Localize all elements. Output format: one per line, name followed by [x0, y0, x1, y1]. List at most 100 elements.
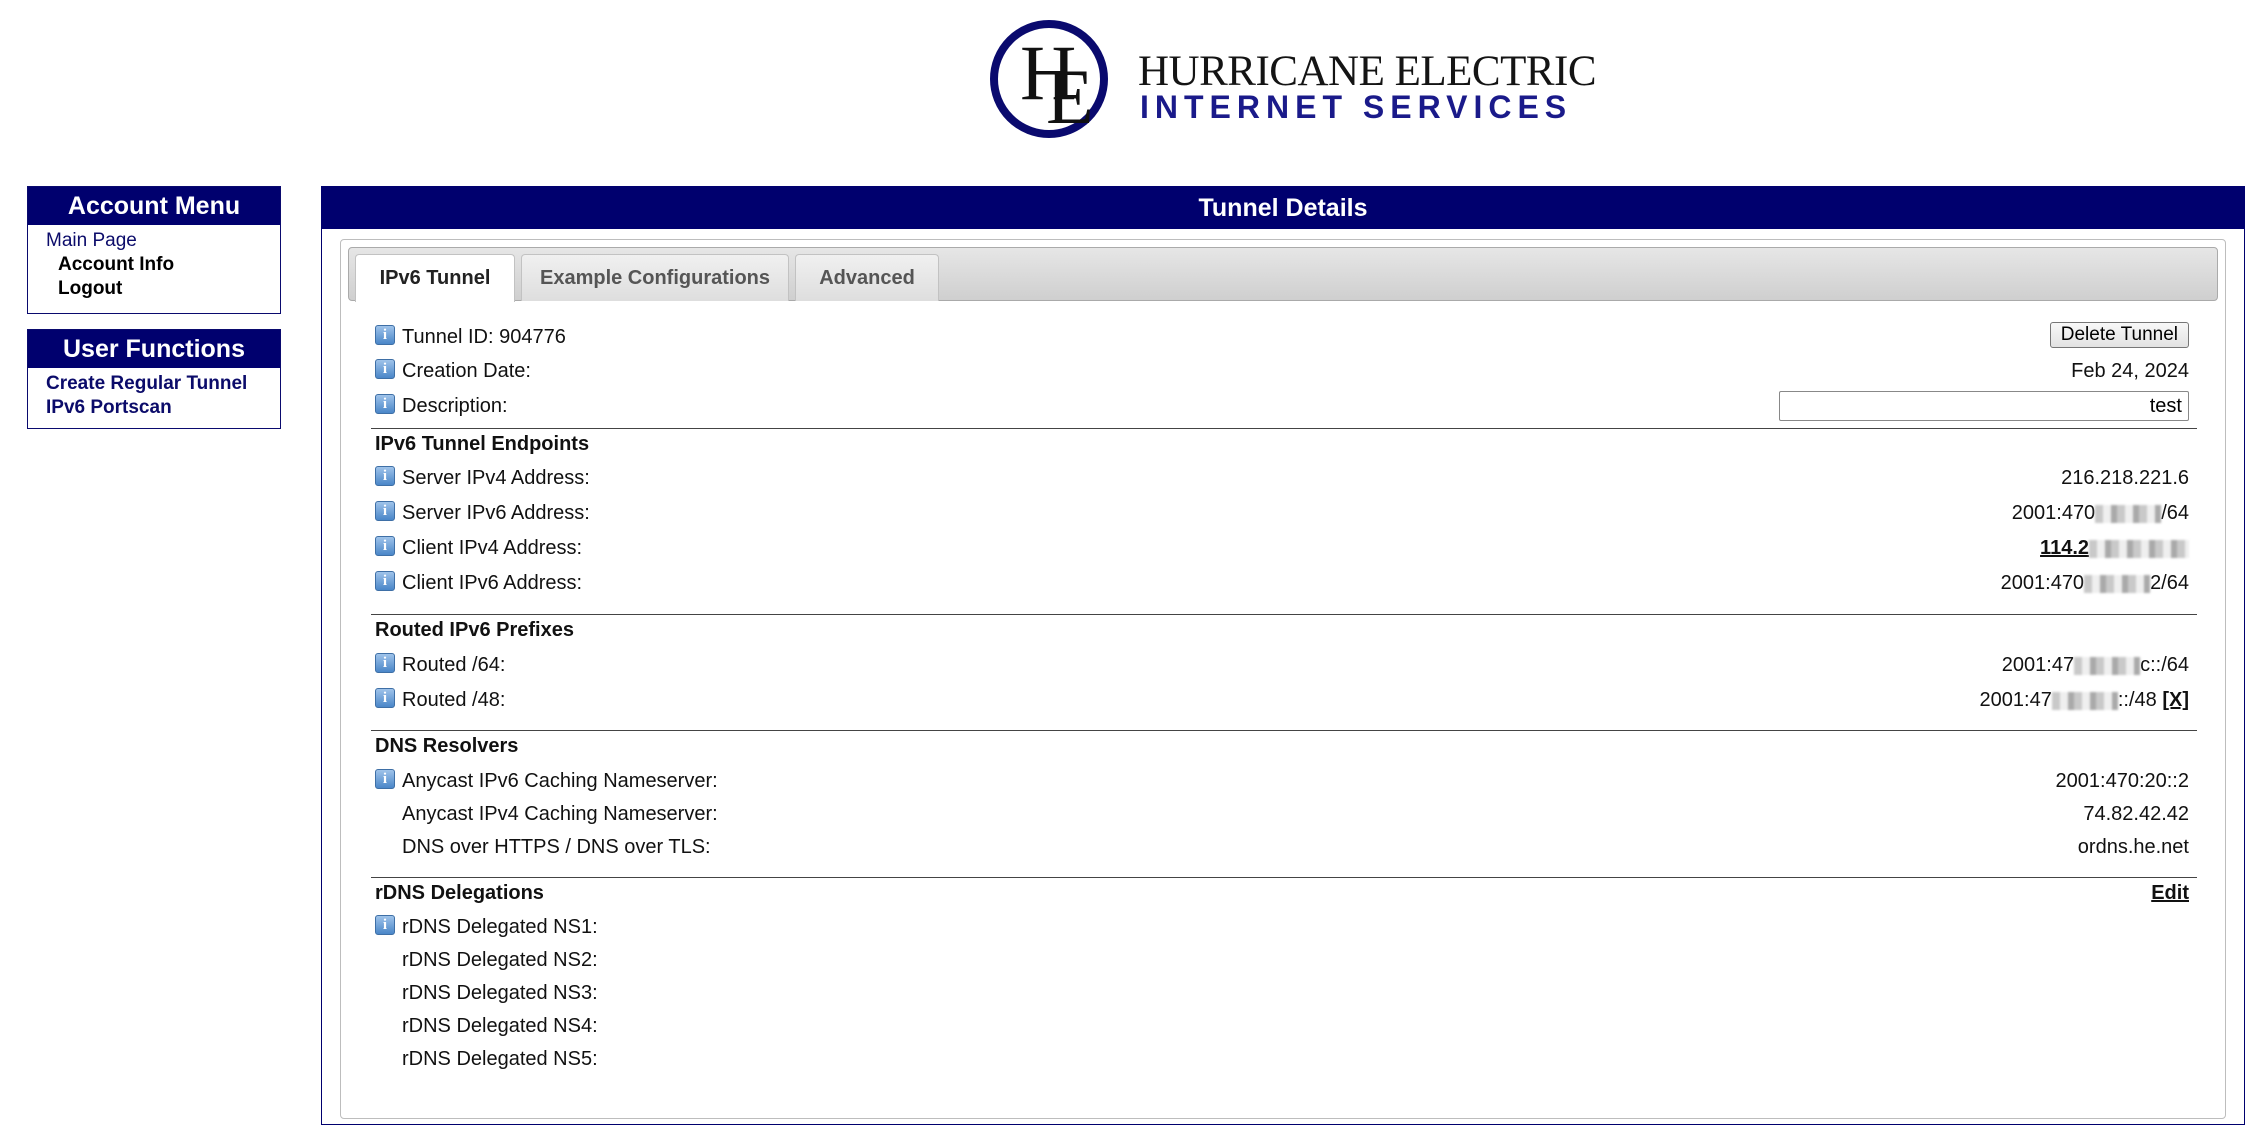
rdns-ns3-row: rDNS Delegated NS3: [375, 978, 2193, 1008]
routed-64-suffix: c::/64 [2140, 654, 2189, 676]
info-icon[interactable]: i [375, 325, 395, 345]
he-logo[interactable]: H E HURRICANE ELECTRIC INTERNET SERVICES [990, 20, 1597, 155]
account-menu: Account Menu Main Page Account Info Logo… [27, 186, 281, 314]
server-ipv6-row: i Server IPv6 Address: 2001:470/64 [375, 498, 2193, 528]
tunnel-id-row: i Tunnel ID: 904776 Delete Tunnel [375, 322, 2193, 352]
routed-48-label: Routed /48: [402, 689, 506, 711]
user-functions-menu: User Functions Create Regular Tunnel IPv… [27, 329, 281, 429]
creation-date-value: Feb 24, 2024 [2071, 360, 2189, 382]
info-icon[interactable]: i [375, 769, 395, 789]
routed-48-value: 2001:47::/48 [X] [1980, 685, 2189, 715]
tab-ipv6-tunnel[interactable]: IPv6 Tunnel [355, 254, 515, 302]
anycast-ipv4-value: 74.82.42.42 [2083, 803, 2189, 825]
info-icon[interactable]: i [375, 653, 395, 673]
rdns-ns1-row: i rDNS Delegated NS1: [375, 912, 2193, 942]
anycast-ipv4-label: Anycast IPv4 Caching Nameserver: [402, 803, 718, 825]
account-menu-title: Account Menu [28, 187, 280, 225]
routed-48-prefix: 2001:47 [1979, 689, 2052, 711]
client-ipv6-suffix: 2/64 [2150, 572, 2189, 594]
server-ipv6-prefix: 2001:470 [2011, 502, 2096, 524]
page: H E HURRICANE ELECTRIC INTERNET SERVICES… [0, 0, 2254, 1125]
redacted-blur [2095, 504, 2162, 523]
delete-tunnel-button[interactable]: Delete Tunnel [2049, 322, 2189, 348]
doh-value: ordns.he.net [2077, 836, 2189, 858]
he-seal-icon: H E [990, 20, 1108, 138]
endpoints-section-title: IPv6 Tunnel Endpoints [371, 428, 2197, 459]
routed-section-title: Routed IPv6 Prefixes [371, 614, 2197, 645]
routed-64-prefix: 2001:47 [2001, 654, 2075, 676]
client-ipv4-row: i Client IPv4 Address: 114.2 [375, 533, 2193, 563]
client-ipv6-row: i Client IPv6 Address: 2001:470 2/64 [375, 568, 2193, 598]
routed-64-row: i Routed /64: 2001:47 c::/64 [375, 650, 2193, 680]
rdns-ns3-label: rDNS Delegated NS3: [402, 982, 598, 1004]
redacted-blur [2089, 539, 2189, 558]
client-ipv4-label: Client IPv4 Address: [402, 537, 583, 559]
info-icon[interactable]: i [375, 501, 395, 521]
client-ipv6-prefix: 2001:470 [2000, 572, 2085, 594]
creation-date-label: Creation Date: [402, 360, 531, 382]
main-page-link[interactable]: Main Page [46, 229, 280, 253]
user-functions-title: User Functions [28, 330, 280, 368]
rdns-section-title: rDNS Delegations Edit [371, 877, 2197, 908]
account-info-link[interactable]: Account Info [58, 253, 280, 277]
info-icon[interactable]: i [375, 915, 395, 935]
tab-example-configurations[interactable]: Example Configurations [521, 254, 789, 301]
rdns-ns5-row: rDNS Delegated NS5: [375, 1044, 2193, 1074]
info-icon[interactable]: i [375, 688, 395, 708]
rdns-edit-link[interactable]: Edit [2151, 878, 2189, 908]
rdns-title: rDNS Delegations [375, 882, 544, 904]
server-ipv4-row: i Server IPv4 Address: 216.218.221.6 [375, 463, 2193, 493]
logout-link[interactable]: Logout [58, 277, 280, 301]
doh-row: DNS over HTTPS / DNS over TLS: ordns.he.… [375, 832, 2193, 862]
server-ipv6-value: 2001:470/64 [2012, 498, 2189, 528]
description-row: i Description: [375, 391, 2193, 421]
remove-routed-48-link[interactable]: [X] [2162, 689, 2189, 711]
routed-48-row: i Routed /48: 2001:47::/48 [X] [375, 685, 2193, 715]
client-ipv6-value: 2001:470 2/64 [2001, 568, 2189, 598]
dns-section-title: DNS Resolvers [371, 730, 2197, 761]
rdns-ns2-label: rDNS Delegated NS2: [402, 949, 598, 971]
info-icon[interactable]: i [375, 466, 395, 486]
ipv6-portscan-link[interactable]: IPv6 Portscan [46, 396, 280, 420]
client-ipv6-label: Client IPv6 Address: [402, 572, 583, 594]
logo-line2: INTERNET SERVICES [1140, 89, 1573, 125]
anycast-ipv6-row: i Anycast IPv6 Caching Nameserver: 2001:… [375, 766, 2193, 796]
server-ipv6-suffix: /64 [2161, 502, 2189, 524]
rdns-ns4-label: rDNS Delegated NS4: [402, 1015, 598, 1037]
tab-bar: IPv6 Tunnel Example Configurations Advan… [348, 247, 2218, 302]
rdns-ns4-row: rDNS Delegated NS4: [375, 1011, 2193, 1041]
tab-advanced[interactable]: Advanced [795, 254, 939, 301]
rdns-ns5-label: rDNS Delegated NS5: [402, 1048, 598, 1070]
info-icon[interactable]: i [375, 359, 395, 379]
routed-64-label: Routed /64: [402, 654, 506, 676]
tunnel-details-panel: Tunnel Details IPv6 Tunnel Example Confi… [321, 186, 2245, 1125]
anycast-ipv6-label: Anycast IPv6 Caching Nameserver: [402, 770, 718, 792]
creation-date-row: i Creation Date: Feb 24, 2024 [375, 356, 2193, 386]
server-ipv6-label: Server IPv6 Address: [402, 502, 590, 524]
logo-line1: HURRICANE ELECTRIC [1138, 48, 1597, 95]
server-ipv4-label: Server IPv4 Address: [402, 467, 590, 489]
routed-48-suffix: ::/48 [2117, 689, 2157, 711]
routed-64-value: 2001:47 c::/64 [2002, 650, 2189, 680]
redacted-blur [2074, 656, 2141, 675]
logo-mark-e: E [1046, 53, 1094, 140]
redacted-blur [2051, 691, 2118, 710]
redacted-blur [2084, 574, 2151, 593]
create-regular-tunnel-link[interactable]: Create Regular Tunnel [46, 372, 280, 396]
anycast-ipv4-row: Anycast IPv4 Caching Nameserver: 74.82.4… [375, 799, 2193, 829]
tunnel-id-label: Tunnel ID: 904776 [402, 326, 566, 348]
info-icon[interactable]: i [375, 394, 395, 414]
client-ipv4-link[interactable]: 114.2 [2040, 533, 2189, 563]
panel-title: Tunnel Details [322, 187, 2244, 229]
anycast-ipv6-value: 2001:470:20::2 [2055, 770, 2189, 792]
doh-label: DNS over HTTPS / DNS over TLS: [402, 836, 711, 858]
description-input[interactable] [1779, 391, 2189, 421]
tab-container: IPv6 Tunnel Example Configurations Advan… [340, 239, 2226, 1119]
rdns-ns1-label: rDNS Delegated NS1: [402, 916, 598, 938]
rdns-ns2-row: rDNS Delegated NS2: [375, 945, 2193, 975]
info-icon[interactable]: i [375, 536, 395, 556]
server-ipv4-value: 216.218.221.6 [2061, 467, 2189, 489]
description-label: Description: [402, 395, 508, 417]
client-ipv4-prefix: 114.2 [2040, 537, 2089, 559]
info-icon[interactable]: i [375, 571, 395, 591]
